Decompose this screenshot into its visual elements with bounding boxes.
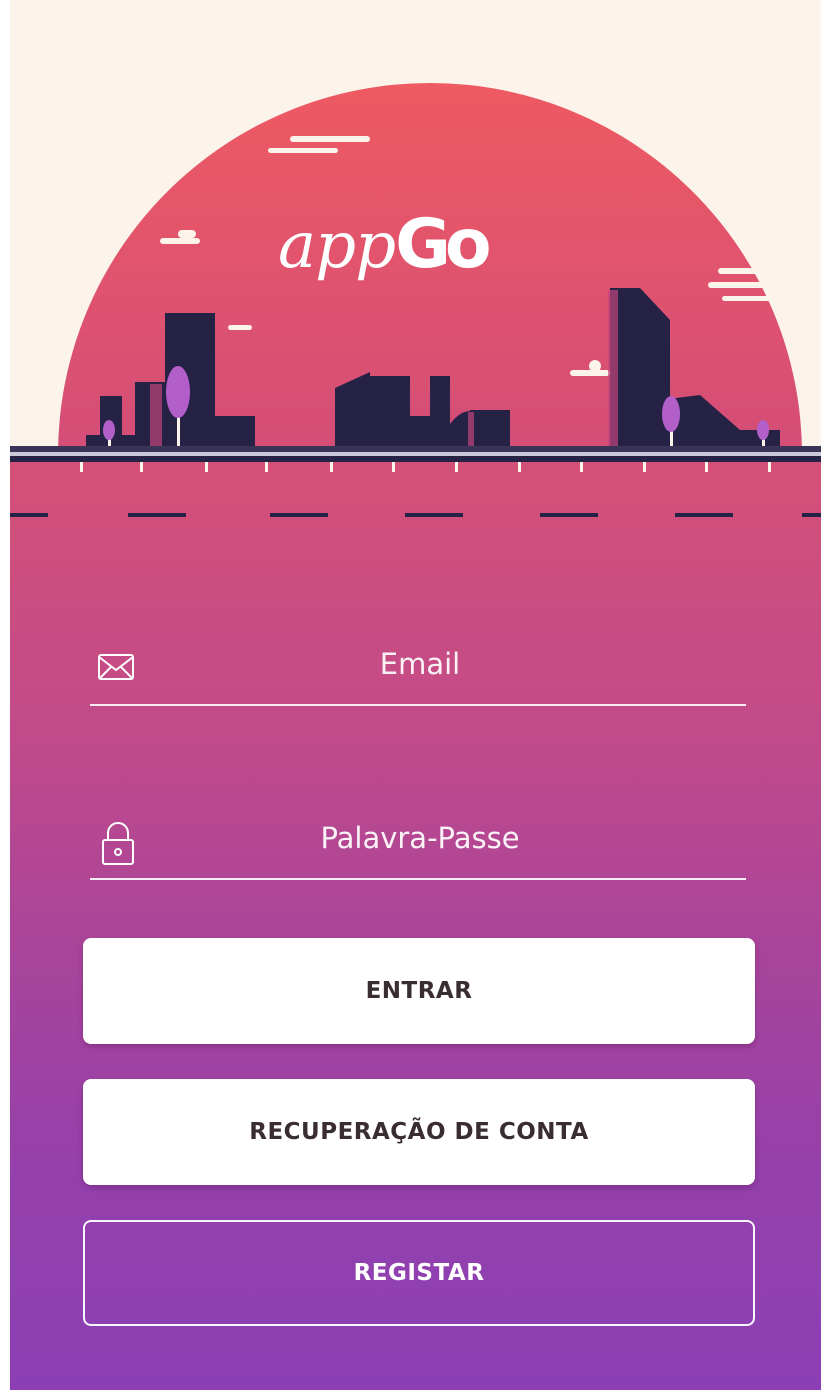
envelope-icon	[98, 654, 134, 680]
register-button[interactable]: REGISTAR	[83, 1220, 755, 1326]
email-field	[90, 624, 746, 706]
password-field	[90, 798, 746, 880]
lock-icon	[102, 822, 134, 865]
login-screen: appGo ENTRAR RECUPERAÇÃO DE CONTA REGIST…	[10, 0, 821, 1390]
login-button[interactable]: ENTRAR	[83, 938, 755, 1044]
login-form: ENTRAR RECUPERAÇÃO DE CONTA REGISTAR	[10, 0, 821, 1390]
email-input[interactable]	[150, 624, 690, 704]
recover-account-button[interactable]: RECUPERAÇÃO DE CONTA	[83, 1079, 755, 1185]
password-input[interactable]	[150, 798, 690, 878]
